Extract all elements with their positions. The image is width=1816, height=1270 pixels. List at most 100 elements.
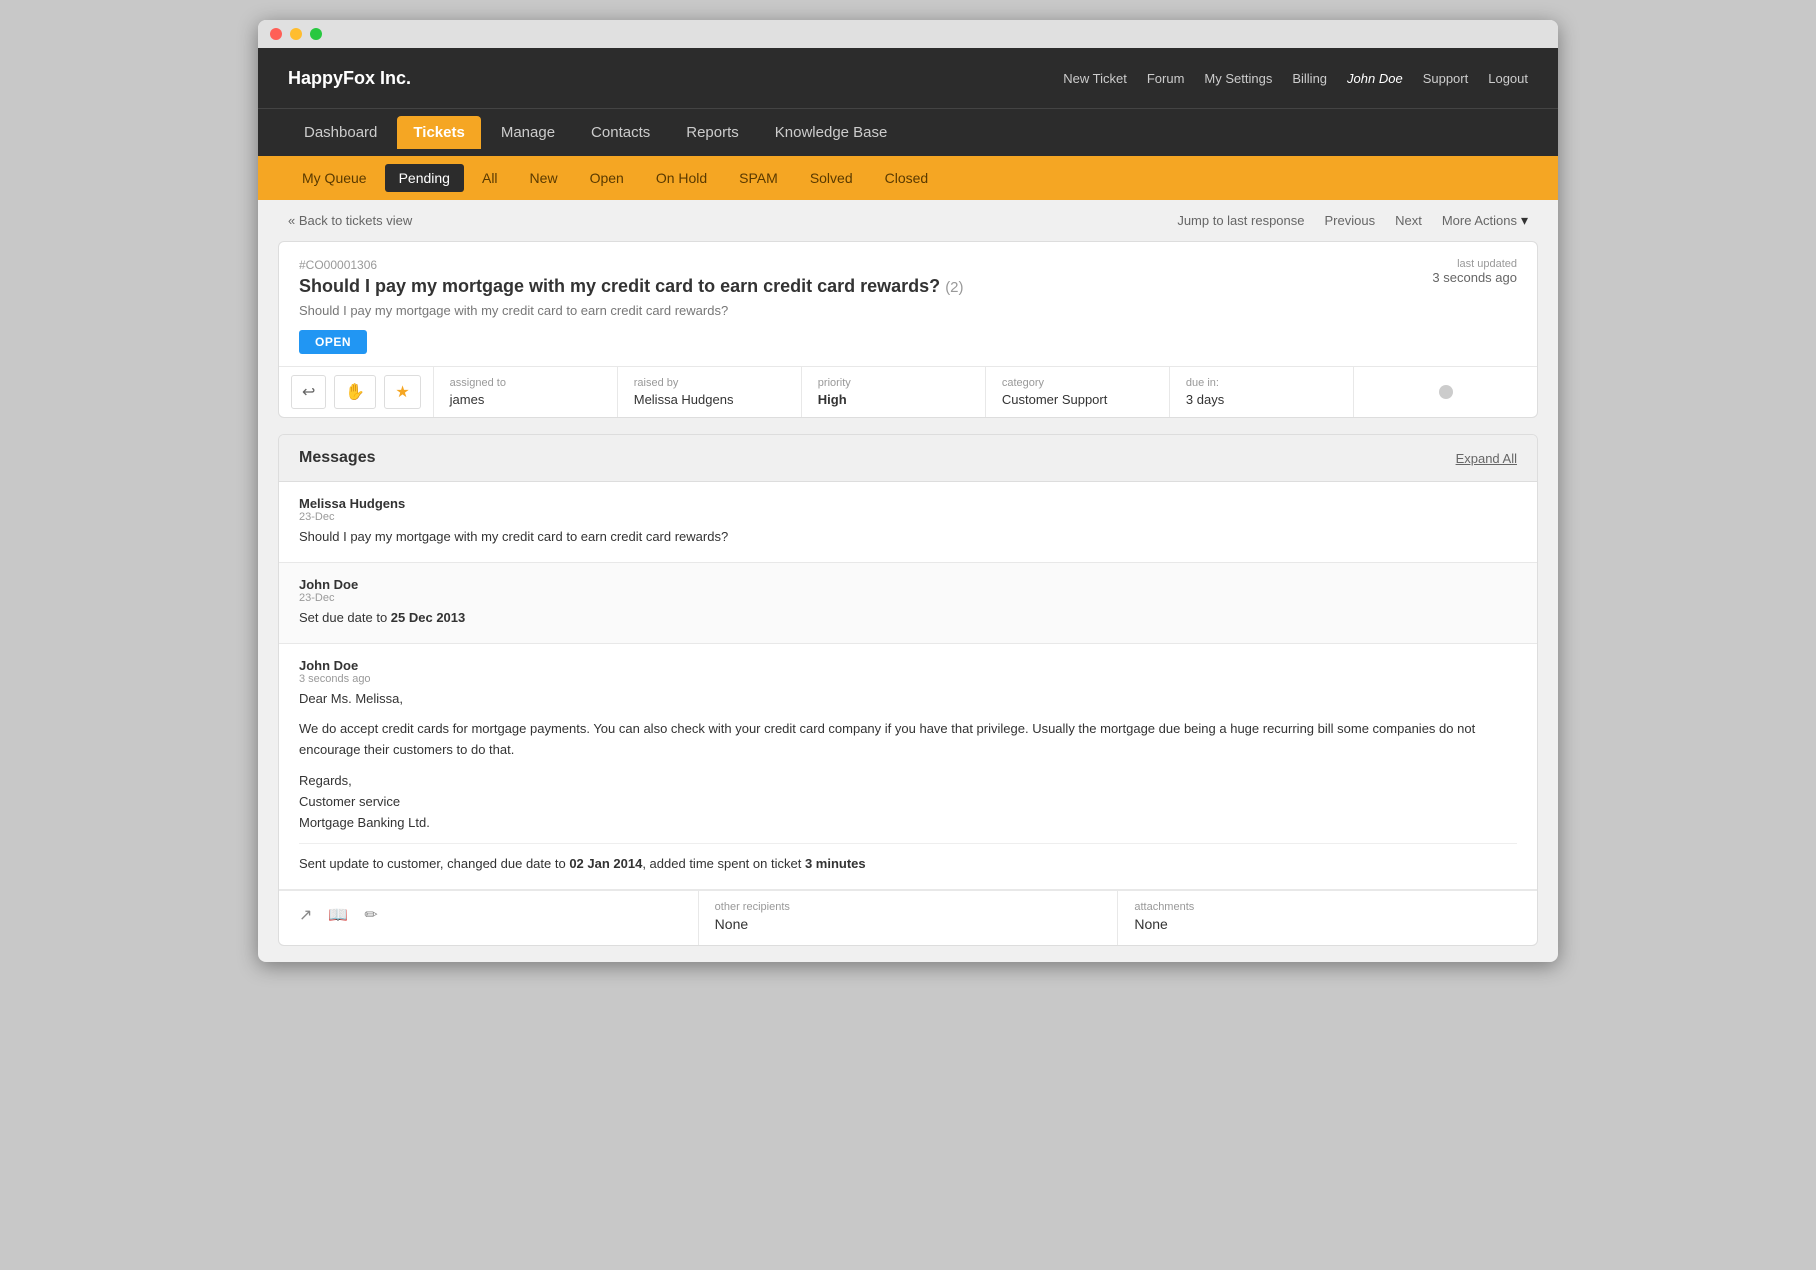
category-value: Customer Support [1002,392,1153,407]
reports-nav[interactable]: Reports [670,116,755,149]
hold-btn[interactable]: ✋ [334,375,376,409]
status-badge: OPEN [299,330,367,354]
due-in-value: 3 days [1186,392,1337,407]
attachments-value: None [1134,916,1521,932]
message-footer: ↗ 📖 ✏ other recipients None attachments … [279,890,1537,945]
more-actions-dropdown[interactable]: More Actions ▾ [1442,212,1528,229]
ticket-status-row: OPEN [279,330,1537,366]
contacts-nav[interactable]: Contacts [575,116,666,149]
more-actions-label: More Actions [1442,213,1517,228]
category-field: category Customer Support [986,367,1170,417]
app-logo: HappyFox Inc. [288,68,411,89]
jump-to-last-response[interactable]: Jump to last response [1177,213,1304,228]
minimize-window-btn[interactable] [290,28,302,40]
content-area: « Back to tickets view Jump to last resp… [258,200,1558,946]
app-window: HappyFox Inc. New Ticket Forum My Settin… [258,20,1558,962]
edit-icon[interactable]: ✏ [360,901,381,929]
due-in-field: due in: 3 days [1170,367,1354,417]
priority-field: priority High [802,367,986,417]
star-btn[interactable]: ★ [384,375,420,409]
priority-value: High [818,392,969,407]
ticket-meta-right: last updated 3 seconds ago [1432,258,1517,285]
message-date: 3 seconds ago [299,673,1517,685]
chevron-down-icon: ▾ [1521,212,1528,229]
sub-navigation: My Queue Pending All New Open On Hold SP… [258,156,1558,200]
last-updated-value: 3 seconds ago [1432,270,1517,285]
user-name-link[interactable]: John Doe [1347,71,1403,86]
knowledge-base-nav[interactable]: Knowledge Base [759,116,904,149]
message-date: 23-Dec [299,592,1517,604]
footer-icons-section: ↗ 📖 ✏ [279,891,699,945]
footer-action-icons: ↗ 📖 ✏ [295,901,682,929]
ticket-card: #CO00001306 Should I pay my mortgage wit… [278,241,1538,418]
new-tab[interactable]: New [516,164,572,192]
status-dot-field [1354,367,1537,417]
message-sender: John Doe [299,658,1517,673]
message-sender: Melissa Hudgens [299,496,1517,511]
message-body: Dear Ms. Melissa, We do accept credit ca… [299,689,1517,876]
close-window-btn[interactable] [270,28,282,40]
message-body: Should I pay my mortgage with my credit … [299,527,1517,548]
message-item: John Doe 23-Dec Set due date to 25 Dec 2… [279,563,1537,644]
closed-tab[interactable]: Closed [871,164,943,192]
top-navigation: HappyFox Inc. New Ticket Forum My Settin… [258,48,1558,108]
messages-title: Messages [299,449,376,467]
ticket-header: #CO00001306 Should I pay my mortgage wit… [279,242,1537,330]
billing-link[interactable]: Billing [1292,71,1327,86]
reply-btn[interactable]: ↩ [291,375,326,409]
other-recipients-value: None [715,916,1102,932]
all-tab[interactable]: All [468,164,512,192]
new-ticket-link[interactable]: New Ticket [1063,71,1127,86]
main-navigation: Dashboard Tickets Manage Contacts Report… [258,108,1558,156]
footer-note: Sent update to customer, changed due dat… [299,843,1517,875]
pending-tab[interactable]: Pending [385,164,464,192]
ticket-number: #CO00001306 [299,258,1432,272]
message-date: 23-Dec [299,511,1517,523]
breadcrumb-bar: « Back to tickets view Jump to last resp… [258,200,1558,241]
message-item: Melissa Hudgens 23-Dec Should I pay my m… [279,482,1537,563]
other-recipients-section: other recipients None [699,891,1119,945]
tickets-nav[interactable]: Tickets [397,116,480,149]
ticket-title: Should I pay my mortgage with my credit … [299,276,1432,297]
back-to-tickets-link[interactable]: « Back to tickets view [288,213,412,228]
attachments-label: attachments [1134,901,1521,913]
open-tab[interactable]: Open [576,164,638,192]
messages-header: Messages Expand All [279,435,1537,482]
forum-link[interactable]: Forum [1147,71,1185,86]
kb-icon[interactable]: 📖 [324,901,352,929]
last-updated-label: last updated [1432,258,1517,270]
manage-nav[interactable]: Manage [485,116,571,149]
ticket-title-area: #CO00001306 Should I pay my mortgage wit… [299,258,1432,318]
my-settings-link[interactable]: My Settings [1204,71,1272,86]
raised-by-field: raised by Melissa Hudgens [618,367,802,417]
breadcrumb-actions: Jump to last response Previous Next More… [1177,212,1528,229]
dashboard-nav[interactable]: Dashboard [288,116,393,149]
top-nav-links: New Ticket Forum My Settings Billing Joh… [1063,71,1528,86]
messages-section: Messages Expand All Melissa Hudgens 23-D… [278,434,1538,946]
next-action[interactable]: Next [1395,213,1422,228]
ticket-fields: ↩ ✋ ★ assigned to james raised by Meliss… [279,366,1537,417]
message-sender: John Doe [299,577,1517,592]
ticket-action-buttons: ↩ ✋ ★ [279,367,434,417]
solved-tab[interactable]: Solved [796,164,867,192]
ticket-count: (2) [945,279,963,296]
other-recipients-label: other recipients [715,901,1102,913]
logout-link[interactable]: Logout [1488,71,1528,86]
attachments-section: attachments None [1118,891,1537,945]
previous-action[interactable]: Previous [1325,213,1376,228]
raised-by-value: Melissa Hudgens [634,392,785,407]
ticket-subtitle: Should I pay my mortgage with my credit … [299,303,1432,318]
title-bar [258,20,1558,48]
spam-tab[interactable]: SPAM [725,164,792,192]
maximize-window-btn[interactable] [310,28,322,40]
share-icon[interactable]: ↗ [295,901,316,929]
on-hold-tab[interactable]: On Hold [642,164,721,192]
assigned-to-value: james [450,392,601,407]
message-body: Set due date to 25 Dec 2013 [299,608,1517,629]
my-queue-tab[interactable]: My Queue [288,164,381,192]
expand-all-link[interactable]: Expand All [1456,451,1517,466]
assigned-to-field: assigned to james [434,367,618,417]
support-link[interactable]: Support [1423,71,1469,86]
status-dot [1439,385,1453,399]
message-item: John Doe 3 seconds ago Dear Ms. Melissa,… [279,644,1537,891]
